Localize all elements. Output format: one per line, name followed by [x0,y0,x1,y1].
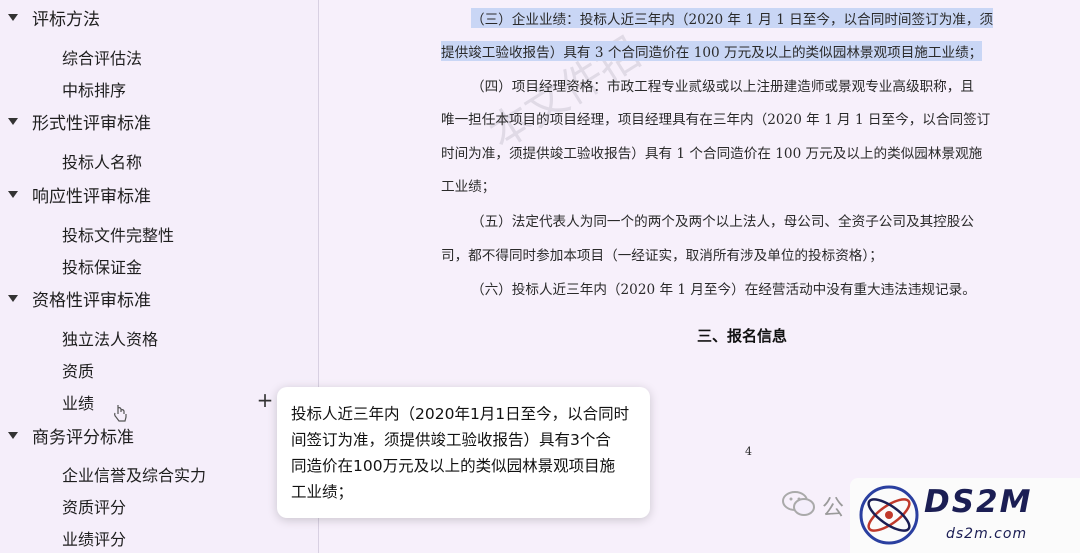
tree-group-formal-review[interactable]: 形式性评审标准 [8,108,151,134]
doc-line: （五）法定代表人为同一个的两个及两个以上法人，母公司、全资子公司及其控股公 [471,214,974,230]
tree-group-label: 商务评分标准 [32,427,134,448]
tree-group-qualification-review[interactable]: 资格性评审标准 [8,285,151,311]
annotation-tooltip: 投标人近三年内（2020年1月1日至今，以合同时 间签订为准，须提供竣工验收报告… [277,387,650,518]
section-title: 三、报名信息 [697,327,788,345]
wechat-icon [782,491,815,516]
page-number: 4 [745,445,752,458]
chevron-down-icon[interactable] [8,190,18,198]
tooltip-line: 投标人近三年内（2020年1月1日至今，以合同时 [291,405,630,423]
tooltip-line: 间签订为准，须提供竣工验收报告）具有3个合 [291,431,611,449]
doc-line: 工业绩； [441,179,496,195]
tree-group-label: 响应性评审标准 [32,186,151,207]
chevron-down-icon[interactable] [8,13,18,21]
tree-group-label: 资格性评审标准 [32,290,151,311]
outline-sidebar: 评标方法 综合评估法 中标排序 形式性评审标准 投标人名称 响应性评审标准 投标… [0,0,318,553]
tooltip-line: 同造价在100万元及以上的类似园林景观项目施 [291,457,616,475]
doc-line-highlighted[interactable]: （三）企业业绩：投标人近三年内（2020 年 1 月 1 日至今，以合同时间签订… [471,8,994,28]
tooltip-line: 工业绩； [291,483,354,501]
doc-line: 司，都不得同时参加本项目（一经证实，取消所有涉及单位的投标资格）； [441,248,883,264]
tree-item-bid-document-completeness[interactable]: 投标文件完整性 [62,222,174,246]
doc-line: （四）项目经理资格：市政工程专业贰级或以上注册建造师或景观专业高级职称，且 [471,79,974,95]
tree-group-responsiveness-review[interactable]: 响应性评审标准 [8,181,151,207]
tree-item-bidder-name[interactable]: 投标人名称 [62,149,142,173]
doc-line-highlighted[interactable]: 提供竣工验收报告）具有 3 个合同造价在 100 万元及以上的类似园林景观项目施… [441,41,983,61]
chevron-down-icon[interactable] [8,117,18,125]
wechat-account-name: 公 [822,496,845,521]
logo-main-text: DS2M [924,484,1033,520]
doc-line: 唯一担任本项目的项目经理，项目经理具有在三年内（2020 年 1 月 1 日至今… [441,112,991,128]
tree-group-commercial-scoring[interactable]: 商务评分标准 [8,422,134,448]
chevron-down-icon[interactable] [8,294,18,302]
chevron-down-icon[interactable] [8,431,18,439]
tree-item-performance-score[interactable]: 业绩评分 [62,526,126,550]
plus-icon[interactable]: + [256,390,274,410]
tree-item-credit-strength[interactable]: 企业信誉及综合实力 [62,462,206,486]
tree-group-evaluation-method[interactable]: 评标方法 [8,4,100,30]
atom-logo-icon [859,485,919,545]
tree-item-qualification-score[interactable]: 资质评分 [62,494,126,518]
tree-item-qualification[interactable]: 资质 [62,358,94,382]
doc-line: 时间为准，须提供竣工验收报告）具有 1 个合同造价在 100 万元及以上的类似园… [441,146,983,162]
tree-item-bid-ranking[interactable]: 中标排序 [62,77,126,101]
tree-group-label: 形式性评审标准 [32,113,151,134]
tree-item-independent-legal-person[interactable]: 独立法人资格 [62,326,158,350]
tree-item-comprehensive-evaluation[interactable]: 综合评估法 [62,45,142,69]
tree-item-performance[interactable]: 业绩 [62,390,94,414]
tree-item-bid-bond[interactable]: 投标保证金 [62,254,142,278]
hand-cursor-icon [114,405,127,422]
logo-sub-text: ds2m.com [946,526,1028,542]
doc-line: （六）投标人近三年内（2020 年 1 月至今）在经营活动中没有重大违法违规记录… [471,282,976,298]
tree-group-label: 评标方法 [32,9,100,30]
brand-logo: DS2M ds2m.com [850,478,1080,553]
